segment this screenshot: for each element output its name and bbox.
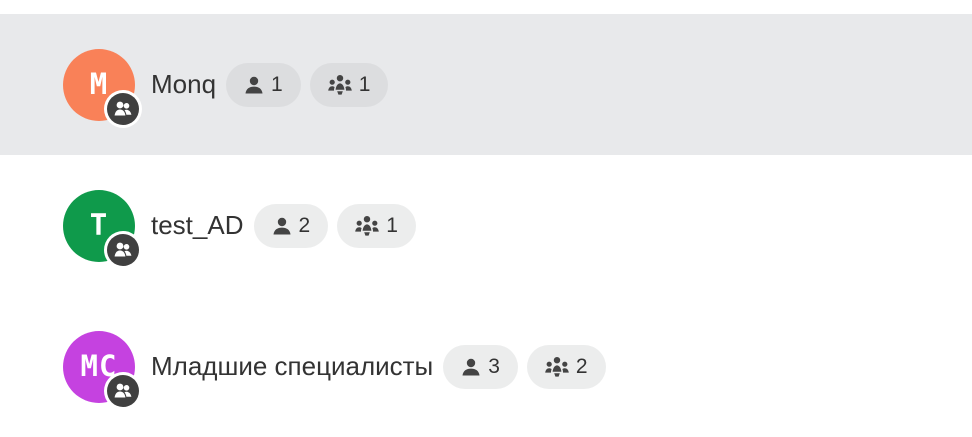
- user-icon: [462, 358, 480, 375]
- team-icon: [355, 215, 379, 236]
- group-avatar: T: [63, 189, 142, 269]
- group-badge-icon: [114, 242, 132, 256]
- users-count-chip[interactable]: 2: [253, 203, 329, 248]
- avatar-initials: M: [89, 67, 109, 101]
- group-row-junior-specialists[interactable]: MC Младшие специалисты 3 2: [0, 296, 972, 437]
- group-badge: [104, 371, 142, 410]
- group-badge-icon: [114, 383, 132, 397]
- group-row-test-ad[interactable]: T test_AD 2 1: [0, 155, 972, 296]
- subgroups-count-chip[interactable]: 2: [526, 344, 606, 389]
- subgroups-count: 2: [575, 354, 588, 378]
- group-badge-icon: [114, 101, 132, 115]
- group-avatar: MC: [63, 330, 142, 410]
- group-name: test_AD: [151, 210, 244, 240]
- group-name: Младшие специалисты: [151, 351, 434, 381]
- users-count-chip[interactable]: 3: [443, 344, 518, 389]
- subgroups-count: 1: [358, 72, 371, 96]
- users-count: 1: [271, 72, 283, 96]
- users-count: 3: [488, 354, 500, 378]
- subgroups-count: 1: [386, 213, 398, 237]
- subgroups-count-chip[interactable]: 1: [309, 62, 389, 107]
- group-row-monq[interactable]: M Monq 1 1: [0, 14, 972, 155]
- group-badge: [104, 89, 142, 128]
- avatar-initials: T: [89, 208, 109, 242]
- group-name: Monq: [151, 69, 217, 99]
- user-icon: [245, 76, 263, 93]
- user-icon: [273, 217, 290, 234]
- group-avatar: M: [63, 48, 142, 128]
- group-list: M Monq 1 1 T test_AD 2 1 MC Младшие спец…: [0, 0, 972, 426]
- subgroups-count-chip[interactable]: 1: [337, 203, 416, 248]
- users-count-chip[interactable]: 1: [226, 62, 301, 107]
- team-icon: [327, 74, 352, 95]
- team-icon: [545, 356, 569, 377]
- group-badge: [104, 230, 142, 269]
- users-count: 2: [298, 213, 311, 237]
